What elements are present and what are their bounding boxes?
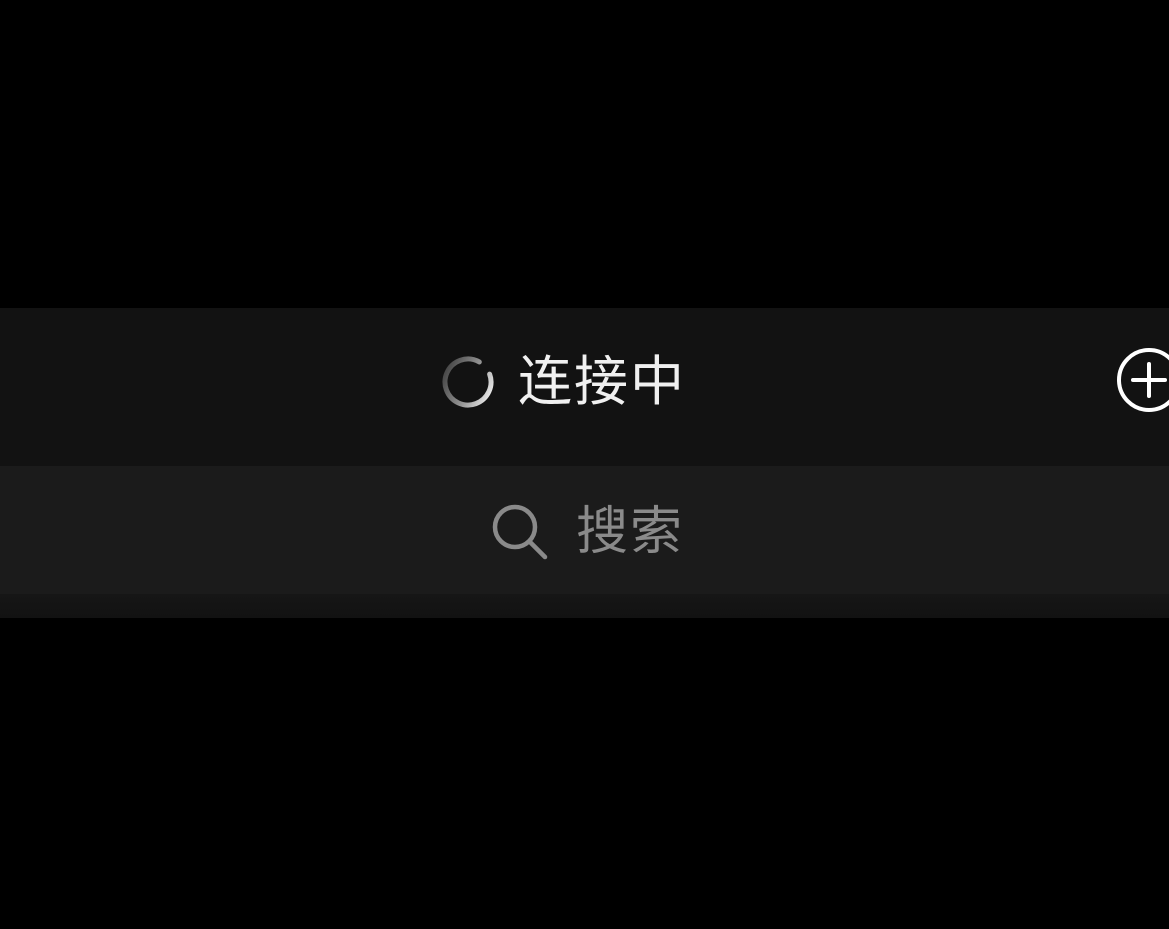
search-field[interactable]: 搜索 bbox=[490, 496, 684, 568]
app-screen: 连接中 搜索 bbox=[0, 0, 1169, 929]
search-icon bbox=[492, 504, 548, 560]
header-title-group: 连接中 bbox=[440, 342, 686, 422]
plus-circle-icon bbox=[1117, 348, 1169, 412]
add-button[interactable] bbox=[1116, 347, 1169, 413]
header-title: 连接中 bbox=[518, 350, 686, 413]
loading-spinner-icon bbox=[442, 356, 494, 408]
search-bar-divider bbox=[0, 594, 1169, 618]
search-placeholder: 搜索 bbox=[576, 502, 685, 562]
